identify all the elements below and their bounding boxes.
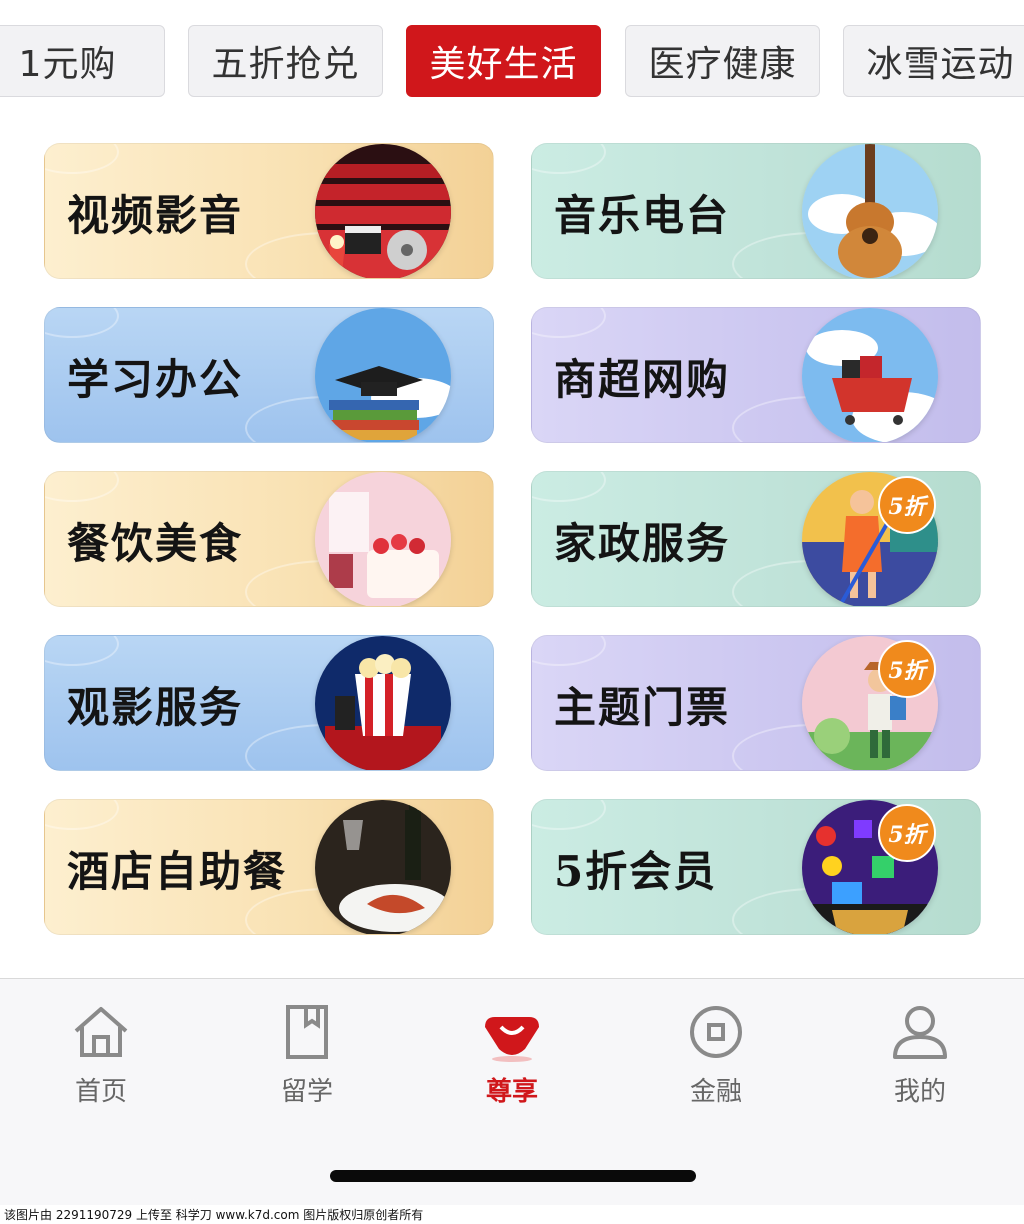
- card-label: 音乐电台: [554, 190, 731, 240]
- cake-wine-image: [315, 472, 451, 606]
- card-half-price-membership[interactable]: 5折会员 5折: [531, 799, 981, 935]
- nav-finance-label: 金融: [689, 1077, 742, 1107]
- card-label: 商超网购: [554, 354, 731, 404]
- graduation-books-image: [315, 308, 451, 442]
- card-label: 餐饮美食: [67, 518, 244, 568]
- card-food-dining[interactable]: 餐饮美食: [44, 471, 494, 607]
- card-label: 主题门票: [554, 682, 731, 732]
- nav-study-abroad-label: 留学: [280, 1077, 333, 1107]
- buffet-image: [315, 800, 451, 934]
- coin-icon: [690, 1006, 742, 1058]
- nav-finance[interactable]: 金融: [661, 999, 771, 1108]
- card-label: 酒店自助餐: [67, 846, 288, 896]
- card-label: 5折会员: [554, 846, 718, 896]
- popcorn-image: [315, 636, 451, 770]
- cinema-image: [315, 144, 451, 278]
- card-hotel-buffet[interactable]: 酒店自助餐: [44, 799, 494, 935]
- guitar-image: [802, 144, 938, 278]
- nav-premium[interactable]: 尊享: [457, 999, 567, 1108]
- discount-badge: 5折: [878, 476, 936, 534]
- card-study-office[interactable]: 学习办公: [44, 307, 494, 443]
- nav-mine-label: 我的: [893, 1077, 946, 1107]
- card-music[interactable]: 音乐电台: [531, 143, 981, 279]
- home-icon: [74, 1007, 128, 1057]
- card-movie-service[interactable]: 观影服务: [44, 635, 494, 771]
- card-theme-tickets[interactable]: 主题门票 5折: [531, 635, 981, 771]
- nav-home-label: 首页: [74, 1077, 127, 1107]
- nav-premium-label: 尊享: [485, 1077, 538, 1107]
- user-icon: [893, 1006, 947, 1059]
- card-video[interactable]: 视频影音: [44, 143, 494, 279]
- book-icon: [286, 1005, 328, 1059]
- card-label: 视频影音: [67, 190, 244, 240]
- nav-home[interactable]: 首页: [46, 999, 156, 1108]
- card-supermarket[interactable]: 商超网购: [531, 307, 981, 443]
- card-label: 家政服务: [554, 518, 731, 568]
- discount-badge: 5折: [878, 804, 936, 862]
- card-label: 学习办公: [67, 354, 244, 404]
- nav-mine[interactable]: 我的: [865, 999, 975, 1108]
- discount-badge: 5折: [878, 640, 936, 698]
- home-indicator[interactable]: [330, 1170, 696, 1182]
- shopping-cart-image: [802, 308, 938, 442]
- shopping-bag-icon: [485, 1017, 539, 1062]
- nav-study-abroad[interactable]: 留学: [252, 999, 362, 1108]
- service-grid: 视频影音 音乐电台 学习办公 商超网购 餐饮美食 家政服务 5折 观影服务 主题…: [0, 0, 1024, 960]
- card-label: 观影服务: [67, 682, 244, 732]
- card-housekeeping[interactable]: 家政服务 5折: [531, 471, 981, 607]
- watermark-text: 该图片由 2291190729 上传至 科学刀 www.k7d.com 图片版权…: [0, 1206, 1024, 1224]
